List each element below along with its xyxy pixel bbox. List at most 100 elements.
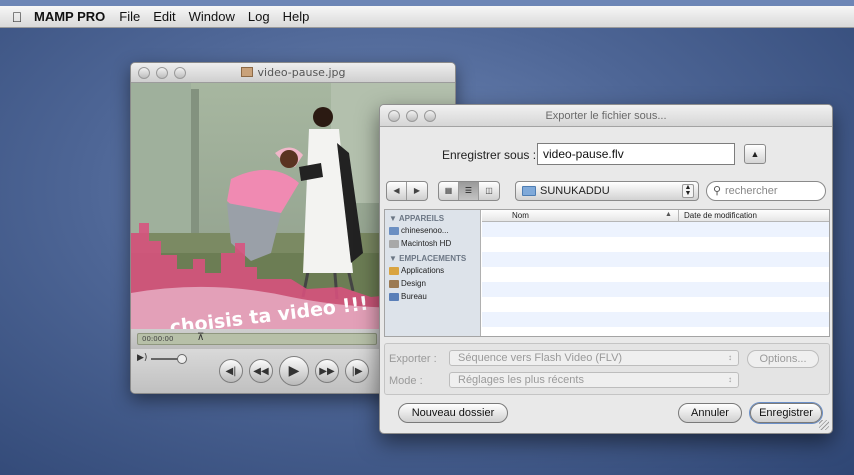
forward-icon[interactable]: ▶ xyxy=(407,182,427,200)
list-item xyxy=(482,237,829,252)
icon-view-icon[interactable]: ▦ xyxy=(439,182,459,200)
hard-drive-icon xyxy=(389,240,399,248)
new-folder-button[interactable]: Nouveau dossier xyxy=(398,403,508,423)
sidebar: ▼ APPAREILS chinesenoo... Macintosh HD ▼… xyxy=(385,210,481,336)
skip-forward-icon: |▶ xyxy=(351,365,363,377)
list-view-icon[interactable]: ☰ xyxy=(459,182,479,200)
image-file-icon xyxy=(240,67,253,77)
list-item xyxy=(482,252,829,267)
folder-popup[interactable]: SUNUKADDU ▲ ▼ xyxy=(515,181,699,201)
mode-value: Réglages les plus récents xyxy=(458,374,584,386)
menu-bar:  MAMP PRO File Edit Window Log Help xyxy=(0,6,854,28)
search-placeholder: rechercher xyxy=(725,185,778,197)
search-field[interactable]: ⚲ rechercher xyxy=(706,181,826,201)
export-format-popup[interactable]: Séquence vers Flash Video (FLV) ↕ xyxy=(449,350,739,366)
file-list: Nom ▲ Date de modification xyxy=(482,210,829,336)
network-icon xyxy=(389,227,399,235)
mode-popup[interactable]: Réglages les plus récents ↕ xyxy=(449,372,739,388)
zoom-icon[interactable] xyxy=(424,110,436,122)
column-divider xyxy=(678,210,679,222)
sidebar-item-bureau[interactable]: Bureau xyxy=(385,290,480,303)
menu-edit[interactable]: Edit xyxy=(153,9,175,24)
search-icon: ⚲ xyxy=(713,185,722,197)
close-icon[interactable] xyxy=(388,110,400,122)
sidebar-item-design[interactable]: Design xyxy=(385,277,480,290)
rewind-icon: ◀◀ xyxy=(253,365,269,377)
folder-icon xyxy=(522,186,536,196)
sidebar-header-devices: ▼ APPAREILS xyxy=(389,214,445,223)
export-dialog: Exporter le fichier sous... Enregistrer … xyxy=(379,104,833,434)
column-header: Nom ▲ Date de modification xyxy=(482,210,829,222)
sort-arrow-icon: ▲ xyxy=(665,211,672,218)
quicktime-title: video-pause.jpg xyxy=(257,66,346,79)
dialog-window-controls xyxy=(388,110,436,122)
sidebar-item-applications[interactable]: Applications xyxy=(385,264,480,277)
desktop-icon xyxy=(389,293,399,301)
resize-grip-icon[interactable] xyxy=(819,420,829,430)
folder-name: SUNUKADDU xyxy=(540,185,610,197)
file-browser: ▼ APPAREILS chinesenoo... Macintosh HD ▼… xyxy=(384,209,830,337)
go-to-end-button[interactable]: |▶ xyxy=(345,359,369,383)
fast-forward-icon: ▶▶ xyxy=(319,365,335,377)
close-icon[interactable] xyxy=(138,67,150,79)
view-mode-control: ▦ ☰ ◫ xyxy=(438,181,500,201)
column-date[interactable]: Date de modification xyxy=(684,211,757,220)
expand-dialog-button[interactable]: ▲ xyxy=(744,144,766,164)
quicktime-titlebar[interactable]: video-pause.jpg xyxy=(131,63,455,83)
column-name[interactable]: Nom xyxy=(512,211,529,220)
list-item xyxy=(482,312,829,327)
menu-log[interactable]: Log xyxy=(248,9,270,24)
filename-input[interactable]: video-pause.flv xyxy=(537,143,735,165)
save-as-label: Enregistrer sous : xyxy=(442,148,537,162)
back-forward-control: ◀ ▶ xyxy=(386,181,428,201)
export-options: Exporter : Séquence vers Flash Video (FL… xyxy=(384,343,830,395)
menu-file[interactable]: File xyxy=(119,9,140,24)
app-menu[interactable]: MAMP PRO xyxy=(34,9,105,24)
popup-arrows-icon: ↕ xyxy=(728,375,732,384)
apple-icon[interactable]:  xyxy=(0,9,34,25)
export-label: Exporter : xyxy=(389,353,437,365)
timecode-display: 00:00:00 xyxy=(137,333,377,345)
play-button[interactable]: ▶ xyxy=(279,356,309,386)
home-icon xyxy=(389,280,399,288)
dialog-titlebar[interactable]: Exporter le fichier sous... xyxy=(380,105,832,127)
list-item xyxy=(482,282,829,297)
mode-row: Mode : Réglages les plus récents ↕ xyxy=(385,372,831,390)
export-format-value: Séquence vers Flash Video (FLV) xyxy=(458,352,623,364)
list-item xyxy=(482,222,829,237)
rewind-button[interactable]: ◀◀ xyxy=(249,359,273,383)
sidebar-item-chinesenoo[interactable]: chinesenoo... xyxy=(385,224,480,237)
browser-toolbar: ◀ ▶ ▦ ☰ ◫ SUNUKADDU ▲ ▼ ⚲ rechercher xyxy=(380,181,832,205)
dialog-title: Exporter le fichier sous... xyxy=(545,110,667,122)
skip-back-icon: ◀| xyxy=(225,365,237,377)
popup-arrows-icon: ↕ xyxy=(728,353,732,362)
applications-icon xyxy=(389,267,399,275)
sidebar-item-macintosh-hd[interactable]: Macintosh HD xyxy=(385,237,480,250)
playhead-icon[interactable]: ⊼ xyxy=(197,331,205,347)
fast-forward-button[interactable]: ▶▶ xyxy=(315,359,339,383)
save-as-row: Enregistrer sous : video-pause.flv ▲ xyxy=(380,141,832,167)
minimize-icon[interactable] xyxy=(156,67,168,79)
volume-knob[interactable] xyxy=(177,354,187,364)
popup-arrows-icon: ▲ ▼ xyxy=(682,184,694,198)
sidebar-header-places: ▼ EMPLACEMENTS xyxy=(389,254,467,263)
list-item xyxy=(482,297,829,312)
back-icon[interactable]: ◀ xyxy=(387,182,407,200)
cancel-button[interactable]: Annuler xyxy=(678,403,742,423)
save-button[interactable]: Enregistrer xyxy=(750,403,822,423)
menu-window[interactable]: Window xyxy=(189,9,235,24)
mode-label: Mode : xyxy=(389,375,423,387)
zoom-icon[interactable] xyxy=(174,67,186,79)
menu-help[interactable]: Help xyxy=(283,9,310,24)
list-item xyxy=(482,267,829,282)
go-to-start-button[interactable]: ◀| xyxy=(219,359,243,383)
triangle-up-icon: ▲ xyxy=(750,149,760,159)
minimize-icon[interactable] xyxy=(406,110,418,122)
export-row: Exporter : Séquence vers Flash Video (FL… xyxy=(385,350,831,368)
column-view-icon[interactable]: ◫ xyxy=(479,182,499,200)
window-controls xyxy=(138,67,186,79)
options-button[interactable]: Options... xyxy=(747,350,819,368)
play-icon: ▶ xyxy=(288,363,300,379)
file-rows xyxy=(482,222,829,327)
volume-icon: ▶) xyxy=(137,353,148,363)
